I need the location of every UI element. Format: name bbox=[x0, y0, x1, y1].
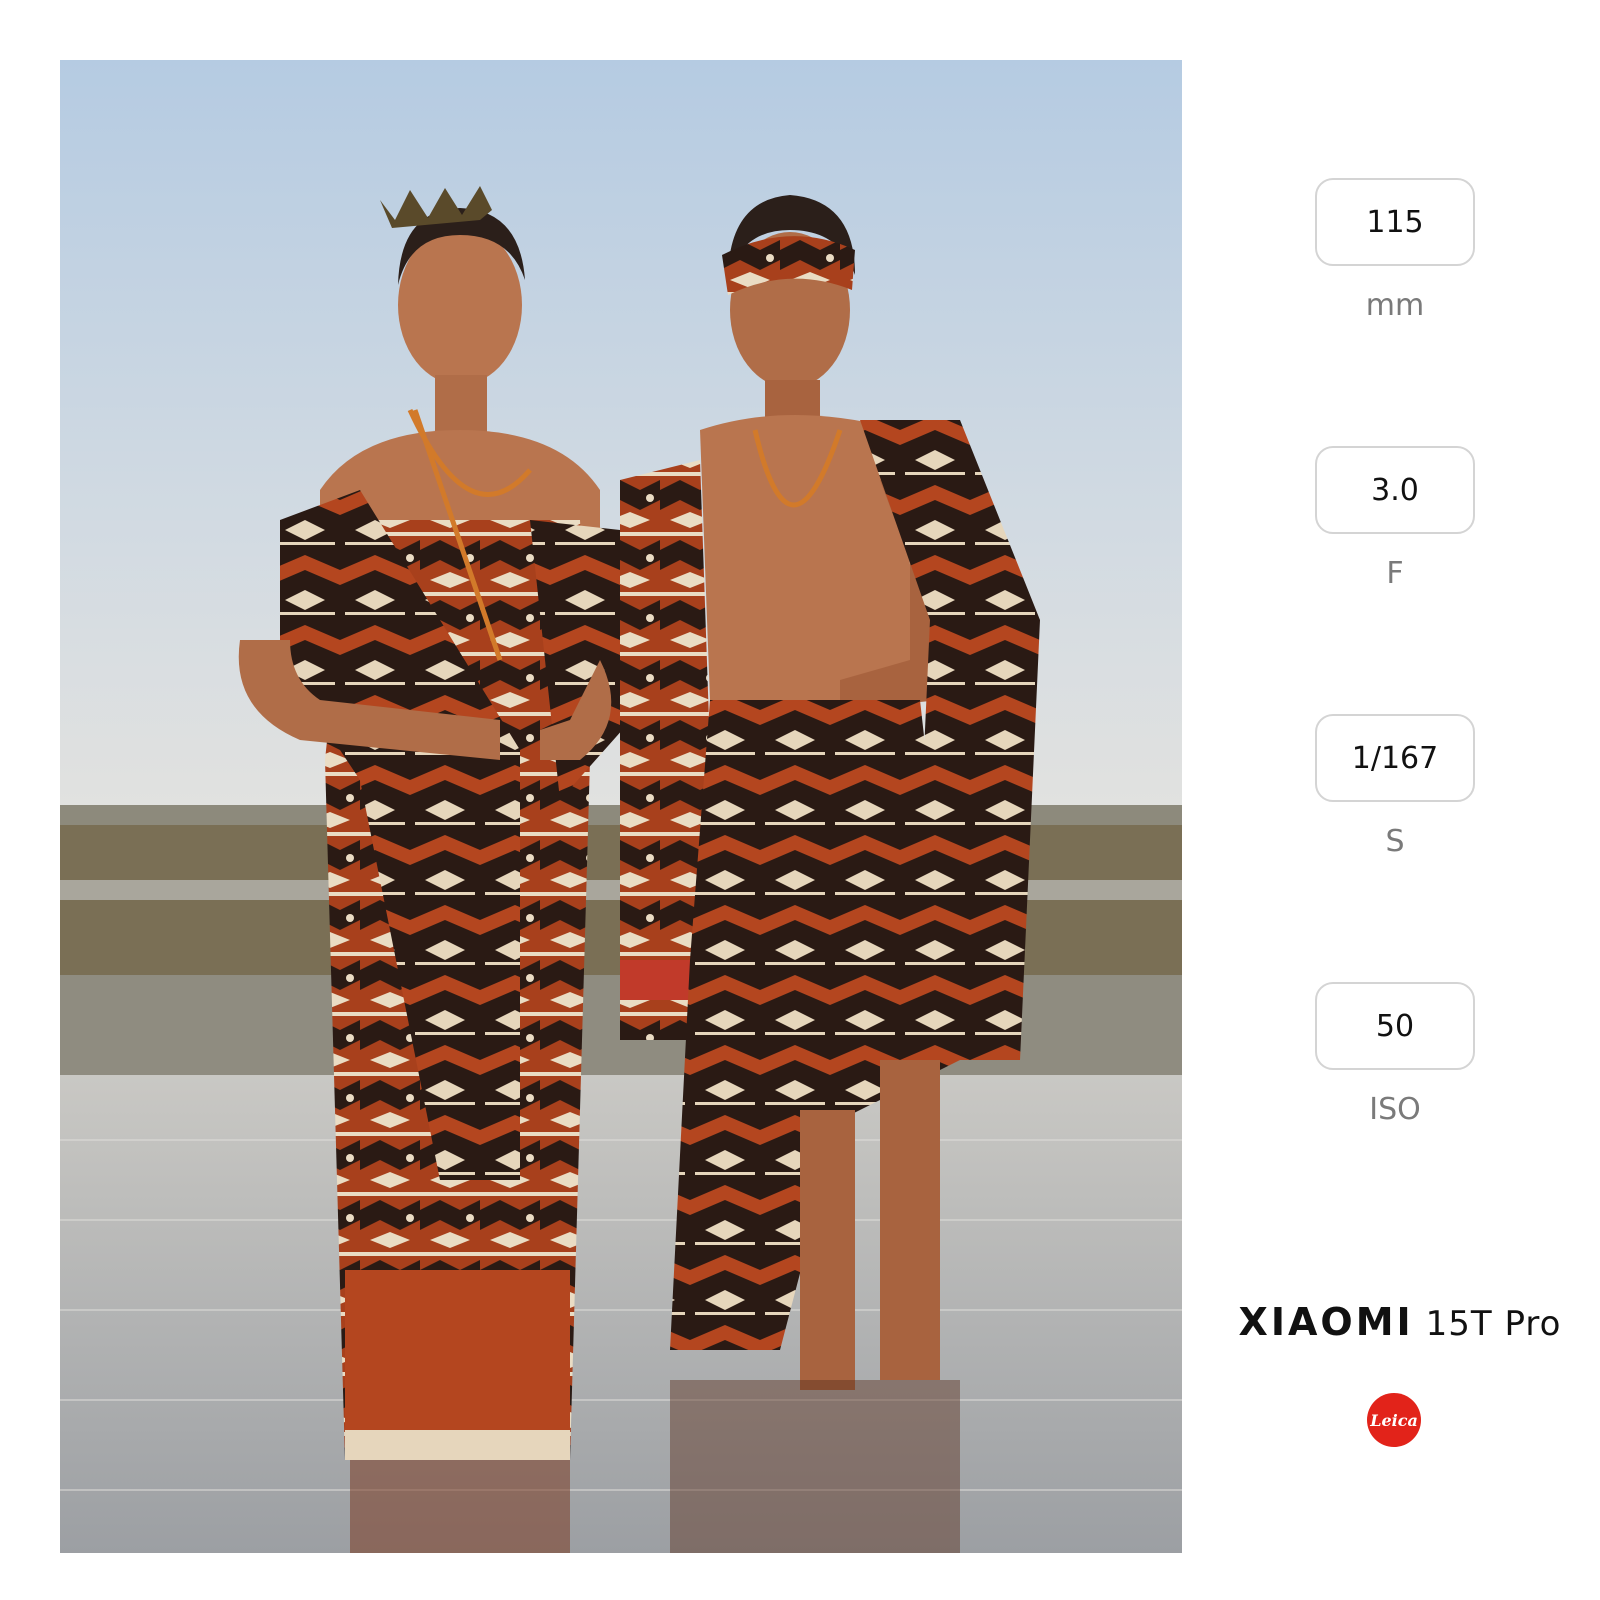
exif-focal-length: 115 mm bbox=[1315, 178, 1475, 326]
exif-aperture: 3.0 F bbox=[1315, 446, 1475, 594]
exif-iso: 50 ISO bbox=[1315, 982, 1475, 1130]
aperture-unit: F bbox=[1386, 556, 1404, 591]
exif-shutter: 1/167 S bbox=[1315, 714, 1475, 862]
photo bbox=[60, 60, 1182, 1553]
iso-unit: ISO bbox=[1369, 1092, 1421, 1127]
focal-length-value: 115 bbox=[1315, 178, 1475, 266]
photo-illustration bbox=[60, 60, 1182, 1553]
focal-length-unit: mm bbox=[1365, 288, 1425, 323]
exif-panel: 115 mm 3.0 F 1/167 S 50 ISO bbox=[1295, 0, 1495, 1600]
iso-value: 50 bbox=[1315, 982, 1475, 1070]
brand-label: XIAOMI 15T Pro bbox=[1220, 1300, 1580, 1356]
leica-icon: Leica bbox=[1367, 1393, 1421, 1447]
shutter-unit: S bbox=[1385, 824, 1405, 859]
brand-model: 15T Pro bbox=[1425, 1304, 1562, 1344]
shutter-value: 1/167 bbox=[1315, 714, 1475, 802]
aperture-value: 3.0 bbox=[1315, 446, 1475, 534]
leica-logo-text: Leica bbox=[1369, 1411, 1418, 1430]
brand-name: XIAOMI bbox=[1238, 1300, 1414, 1344]
